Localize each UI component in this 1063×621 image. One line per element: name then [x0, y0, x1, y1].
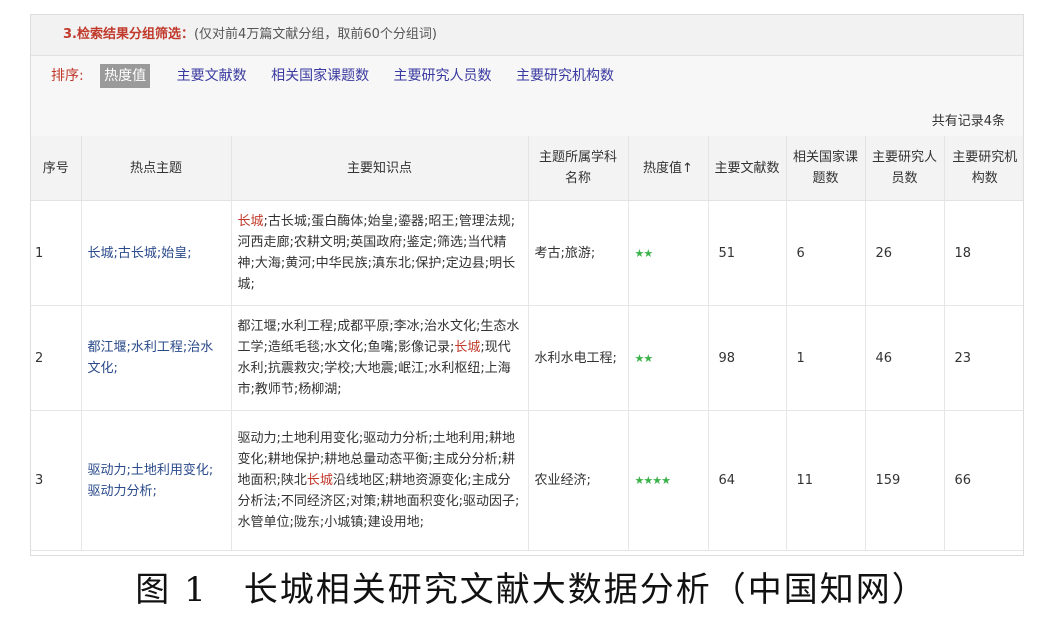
row-knowledge-points: 都江堰;水利工程;成都平原;李冰;治水文化;生态水工学;造纸毛毯;水文化;鱼嘴;…	[231, 305, 529, 411]
row-index: 3	[31, 410, 82, 551]
row-topic-link[interactable]: 都江堰;水利工程;治水文化;	[81, 305, 232, 411]
row-researchers: 26	[865, 200, 945, 306]
section-title: 3.检索结果分组筛选：	[63, 27, 194, 42]
sort-label: 排序:	[51, 68, 84, 84]
table-row: 1 长城;古长城;始皇; 长城;古长城;蛋白酶体;始皇;鎏器;昭王;管理法规;河…	[31, 200, 1023, 306]
results-table: 序号 热点主题 主要知识点 主题所属学科名称 热度值↑ 主要文献数 相关国家课题…	[31, 136, 1023, 551]
sort-option-institutions[interactable]: 主要研究机构数	[516, 68, 614, 84]
row-knowledge-points: 长城;古长城;蛋白酶体;始皇;鎏器;昭王;管理法规;河西走廊;农耕文明;英国政府…	[231, 200, 529, 306]
grouping-filter-panel: 3.检索结果分组筛选：(仅对前4万篇文献分组，取前60个分组词) 排序: 热度值…	[30, 14, 1024, 556]
row-docs: 64	[708, 410, 787, 551]
keyword-highlight: 长城	[454, 340, 481, 355]
table-row: 2 都江堰;水利工程;治水文化; 都江堰;水利工程;成都平原;李冰;治水文化;生…	[31, 305, 1023, 411]
row-institutions: 23	[944, 305, 1023, 411]
col-header-docs[interactable]: 主要文献数	[708, 136, 787, 201]
row-knowledge-points: 驱动力;土地利用变化;驱动力分析;土地利用;耕地变化;耕地保护;耕地总量动态平衡…	[231, 410, 529, 551]
row-institutions: 66	[944, 410, 1023, 551]
row-researchers: 46	[865, 305, 945, 411]
row-heat-stars: ★★	[628, 200, 709, 306]
keyword-highlight: 长城	[306, 473, 333, 488]
col-header-heat[interactable]: 热度值↑	[628, 136, 709, 201]
row-subject: 农业经济;	[528, 410, 629, 551]
sort-bar: 排序: 热度值 主要文献数 相关国家课题数 主要研究人员数 主要研究机构数	[31, 56, 1023, 96]
row-projects: 6	[786, 200, 866, 306]
row-docs: 51	[708, 200, 787, 306]
sort-option-docs[interactable]: 主要文献数	[177, 68, 247, 84]
heat-stars: ★★	[634, 246, 654, 260]
row-topic-link[interactable]: 长城;古长城;始皇;	[81, 200, 232, 306]
col-header-topic: 热点主题	[81, 136, 232, 201]
row-heat-stars: ★★	[628, 305, 709, 411]
record-count: 共有记录4条	[31, 96, 1023, 136]
sort-option-heat[interactable]: 热度值	[100, 64, 151, 88]
keyword-highlight: 长城	[237, 214, 264, 229]
heat-stars: ★★	[634, 351, 654, 365]
sort-option-projects[interactable]: 相关国家课题数	[271, 68, 369, 84]
col-header-projects[interactable]: 相关国家课题数	[786, 136, 866, 201]
section-note: (仅对前4万篇文献分组，取前60个分组词)	[193, 27, 437, 42]
row-projects: 11	[786, 410, 866, 551]
table-row: 3 驱动力;土地利用变化;驱动力分析; 驱动力;土地利用变化;驱动力分析;土地利…	[31, 410, 1023, 551]
table-header-row: 序号 热点主题 主要知识点 主题所属学科名称 热度值↑ 主要文献数 相关国家课题…	[31, 136, 1023, 201]
row-subject: 考古;旅游;	[528, 200, 629, 306]
row-docs: 98	[708, 305, 787, 411]
col-header-institutions[interactable]: 主要研究机构数	[944, 136, 1023, 201]
row-projects: 1	[786, 305, 866, 411]
figure-caption: 图 1 长城相关研究文献大数据分析（中国知网）	[135, 570, 928, 610]
row-researchers: 159	[865, 410, 945, 551]
section-header: 3.检索结果分组筛选：(仅对前4万篇文献分组，取前60个分组词)	[31, 15, 1023, 56]
row-index: 1	[31, 200, 82, 306]
row-heat-stars: ★★★★	[628, 410, 709, 551]
knowledge-text: ;古长城;蛋白酶体;始皇;鎏器;昭王;管理法规;河西走廊;农耕文明;英国政府;鉴…	[237, 214, 516, 292]
row-index: 2	[31, 305, 82, 411]
row-topic-link[interactable]: 驱动力;土地利用变化;驱动力分析;	[81, 410, 232, 551]
row-institutions: 18	[944, 200, 1023, 306]
col-header-index: 序号	[31, 136, 82, 201]
sort-option-researchers[interactable]: 主要研究人员数	[394, 68, 492, 84]
row-subject: 水利水电工程;	[528, 305, 629, 411]
heat-stars: ★★★★	[634, 474, 671, 487]
col-header-researchers[interactable]: 主要研究人员数	[865, 136, 945, 201]
col-header-knowledge: 主要知识点	[231, 136, 529, 201]
col-header-subject: 主题所属学科名称	[528, 136, 629, 201]
